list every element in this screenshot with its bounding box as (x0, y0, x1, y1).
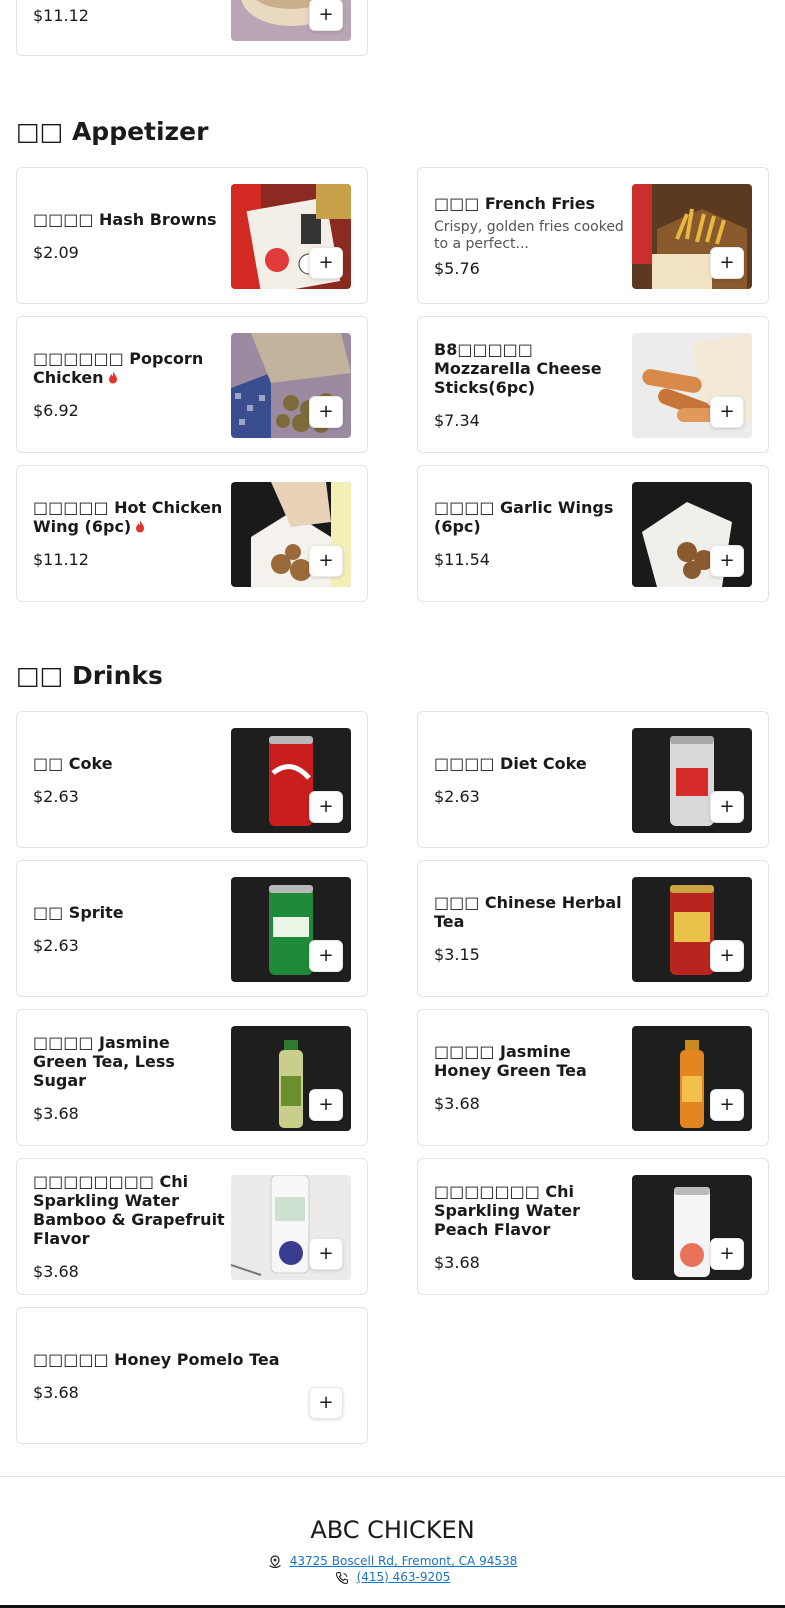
item-name: □□□□ Garlic Wings (6pc) (434, 498, 614, 536)
item-name: □□ Coke (33, 753, 113, 773)
item-price: $11.12 (33, 550, 89, 569)
add-to-cart-button[interactable]: + (710, 1089, 744, 1121)
menu-item-card[interactable]: □□□□ Jasmine Honey Green Tea $3.68 + (417, 1009, 769, 1146)
menu-item-card[interactable]: □□□□□□ Popcorn Chicken $6.92 + (16, 316, 368, 453)
add-to-cart-button[interactable]: + (710, 396, 744, 428)
menu-item-card[interactable]: □□□□ Garlic Wings (6pc) $11.54 + (417, 465, 769, 602)
item-price: $3.68 (33, 1262, 79, 1281)
menu-item-card[interactable]: □□ Sprite $2.63 + (16, 860, 368, 997)
add-to-cart-button[interactable]: + (710, 940, 744, 972)
add-to-cart-button[interactable]: + (710, 545, 744, 577)
add-to-cart-button[interactable]: + (710, 791, 744, 823)
menu-item-card[interactable]: □□□□□□□ Chi Sparkling Water Peach Flavor… (417, 1158, 769, 1295)
item-name: □□□□□□□□ Chi Sparkling Water Bamboo & Gr… (33, 1172, 225, 1248)
item-price: $5.76 (434, 258, 480, 278)
section-title-drinks: □□ Drinks (16, 661, 163, 690)
item-price: $3.68 (33, 1103, 79, 1123)
add-to-cart-button[interactable]: + (309, 791, 343, 823)
item-name: □□□ Chinese Herbal Tea (434, 893, 622, 931)
menu-item-card[interactable]: B8□□□□□ Mozzarella Cheese Sticks(6pc) $7… (417, 316, 769, 453)
item-name: B8□□□□□ Mozzarella Cheese Sticks(6pc) (434, 339, 602, 397)
menu-item-card[interactable]: □□□□ Jasmine Green Tea, Less Sugar $3.68… (16, 1009, 368, 1146)
footer-divider (0, 1476, 785, 1477)
item-price: $2.63 (33, 935, 79, 955)
add-to-cart-button[interactable]: + (309, 1387, 343, 1419)
item-price: $3.68 (434, 1094, 480, 1113)
map-pin-icon (268, 1554, 281, 1568)
item-description: Crispy, golden fries cooked to a perfect… (434, 218, 624, 252)
item-price: $2.63 (434, 786, 480, 806)
item-name: □□□□ Jasmine Green Tea, Less Sugar (33, 1032, 175, 1090)
menu-page: $11.12 + □□ Appetizer □□□□ Hash Browns $… (0, 0, 785, 1608)
add-to-cart-button[interactable]: + (309, 396, 343, 428)
phone-row: (415) 463-9205 (0, 1570, 785, 1585)
item-name: □□□□□□ Popcorn Chicken (33, 349, 204, 387)
phone-link[interactable]: (415) 463-9205 (357, 1570, 451, 1585)
menu-item-card-partial[interactable]: $11.12 + (16, 0, 368, 56)
restaurant-name: ABC CHICKEN (310, 1516, 475, 1544)
menu-item-card[interactable]: □□□□□ Honey Pomelo Tea $3.68 + (16, 1307, 368, 1444)
item-name: □□□□ Hash Browns (33, 209, 217, 229)
item-price: $11.12 (33, 6, 89, 25)
menu-item-card[interactable]: □□□ Chinese Herbal Tea $3.15 + (417, 860, 769, 997)
item-name: □□□□□ Honey Pomelo Tea (33, 1349, 280, 1369)
add-to-cart-button[interactable]: + (309, 247, 343, 279)
item-name: □□□□□ Hot Chicken Wing (6pc) (33, 498, 223, 536)
add-to-cart-button[interactable]: + (309, 0, 343, 31)
item-price: $2.63 (33, 786, 79, 806)
item-name: □□ Sprite (33, 902, 124, 922)
item-price: $7.34 (434, 410, 480, 430)
menu-item-card[interactable]: □□□□ Hash Browns $2.09 + (16, 167, 368, 304)
item-name: □□□ French Fries (434, 193, 596, 213)
menu-item-card[interactable]: □□□ French Fries Crispy, golden fries co… (417, 167, 769, 304)
item-name: □□□□ Diet Coke (434, 753, 587, 773)
add-to-cart-button[interactable]: + (309, 1089, 343, 1121)
item-name: □□□□□□□ Chi Sparkling Water Peach Flavor (434, 1181, 580, 1239)
add-to-cart-button[interactable]: + (710, 247, 744, 279)
add-to-cart-button[interactable]: + (309, 940, 343, 972)
menu-item-card[interactable]: □□ Coke $2.63 + (16, 711, 368, 848)
phone-icon (335, 1571, 348, 1584)
item-price: $6.92 (33, 401, 79, 420)
add-to-cart-button[interactable]: + (309, 1238, 343, 1270)
section-title-appetizer: □□ Appetizer (16, 117, 209, 146)
item-name: □□□□ Jasmine Honey Green Tea (434, 1042, 587, 1080)
item-price: $2.09 (33, 242, 79, 262)
fire-icon (108, 371, 117, 384)
menu-item-card[interactable]: □□□□□□□□ Chi Sparkling Water Bamboo & Gr… (16, 1158, 368, 1295)
item-price: $3.68 (33, 1382, 79, 1402)
item-price: $3.68 (434, 1252, 480, 1272)
address-link[interactable]: 43725 Boscell Rd, Fremont, CA 94538 (290, 1554, 518, 1569)
add-to-cart-button[interactable]: + (710, 1238, 744, 1270)
item-price: $11.54 (434, 550, 490, 569)
menu-item-card[interactable]: □□□□ Diet Coke $2.63 + (417, 711, 769, 848)
menu-item-card[interactable]: □□□□□ Hot Chicken Wing (6pc) $11.12 + (16, 465, 368, 602)
item-price: $3.15 (434, 945, 480, 964)
add-to-cart-button[interactable]: + (309, 545, 343, 577)
address-row: 43725 Boscell Rd, Fremont, CA 94538 (0, 1554, 785, 1569)
fire-icon (136, 520, 145, 533)
